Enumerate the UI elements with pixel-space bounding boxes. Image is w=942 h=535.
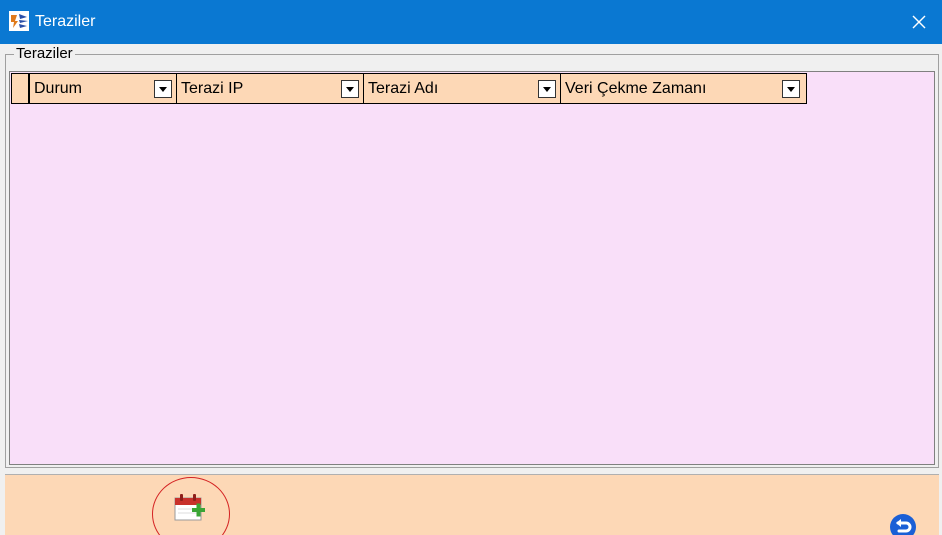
column-header-terazi-adi[interactable]: Terazi Adı [364,74,561,103]
column-header-durum[interactable]: Durum [30,74,177,103]
column-header-veri-cekme-zamani[interactable]: Veri Çekme Zamanı [561,74,804,103]
column-label: Durum [34,79,83,97]
back-arrow-icon[interactable] [889,513,917,535]
title-bar: Teraziler [0,0,942,44]
teraziler-groupbox: Teraziler Durum Terazi IP Terazi Adı Ver… [5,45,939,468]
row-indicator-header [12,74,30,103]
column-filter-dropdown-durum[interactable] [154,80,172,98]
column-filter-dropdown-terazi-ip[interactable] [341,80,359,98]
chevron-down-icon [787,86,795,92]
group-legend: Teraziler [14,45,75,63]
chevron-down-icon [159,86,167,92]
column-filter-dropdown-terazi-adi[interactable] [538,80,556,98]
app-logo-icon [9,11,29,31]
chevron-down-icon [346,86,354,92]
chevron-down-icon [543,86,551,92]
footer-toolbar [5,474,939,535]
scales-grid[interactable]: Durum Terazi IP Terazi Adı Veri Çekme Za… [9,71,935,465]
column-filter-dropdown-veri-cekme-zamani[interactable] [782,80,800,98]
column-label: Veri Çekme Zamanı [565,79,707,97]
window-title: Teraziler [35,13,96,30]
close-icon [912,15,926,29]
close-button[interactable] [896,0,942,44]
window-client-area: Teraziler Durum Terazi IP Terazi Adı Ver… [0,44,942,535]
column-header-terazi-ip[interactable]: Terazi IP [177,74,364,103]
column-label: Terazi Adı [368,79,439,97]
grid-header-row: Durum Terazi IP Terazi Adı Veri Çekme Za… [11,73,807,104]
column-label: Terazi IP [181,79,244,97]
